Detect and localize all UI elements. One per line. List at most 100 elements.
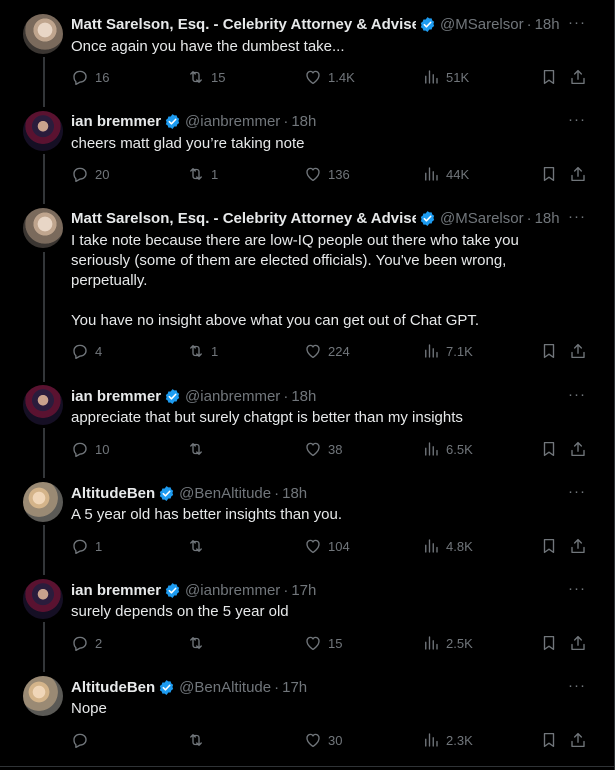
retweet-button[interactable] — [187, 731, 211, 749]
tweet-header: AltitudeBen @BenAltitude · 17h — [71, 677, 590, 697]
author-handle[interactable]: @BenAltitude — [179, 679, 271, 696]
like-button[interactable]: 104 — [304, 537, 350, 555]
author-handle[interactable]: @MSarelsor — [440, 16, 524, 33]
reply-button[interactable]: 10 — [71, 440, 109, 458]
timestamp[interactable]: 17h — [282, 679, 307, 696]
tweet[interactable]: ian bremmer @ianbremmer · 18h ··· cheers… — [0, 100, 614, 197]
bookmark-button[interactable] — [540, 634, 558, 652]
views-button[interactable]: 51K — [422, 68, 469, 86]
tweet[interactable]: Matt Sarelson, Esq. - Celebrity Attorney… — [0, 197, 614, 375]
like-button[interactable]: 136 — [304, 165, 350, 183]
views-icon — [425, 167, 438, 181]
retweet-button[interactable]: 15 — [187, 68, 225, 86]
more-icon[interactable]: ··· — [568, 386, 586, 403]
retweet-button[interactable] — [187, 634, 211, 652]
reply-button[interactable]: 20 — [71, 165, 109, 183]
bookmark-button[interactable] — [540, 440, 558, 458]
author-name[interactable]: Matt Sarelson, Esq. - Celebrity Attorney… — [71, 210, 416, 227]
share-button[interactable] — [569, 342, 587, 360]
share-button[interactable] — [569, 537, 587, 555]
views-button[interactable]: 2.5K — [422, 634, 473, 652]
views-button[interactable]: 6.5K — [422, 440, 473, 458]
retweet-button[interactable] — [187, 537, 211, 555]
like-button[interactable]: 38 — [304, 440, 342, 458]
author-name[interactable]: Matt Sarelson, Esq. - Celebrity Attorney… — [71, 16, 416, 33]
tweet[interactable]: ian bremmer @ianbremmer · 18h ··· apprec… — [0, 375, 614, 472]
retweet-button[interactable] — [187, 440, 211, 458]
retweet-count: 15 — [211, 69, 226, 85]
author-handle[interactable]: @BenAltitude — [179, 485, 271, 502]
author-name[interactable]: ian bremmer — [71, 582, 161, 599]
share-button[interactable] — [569, 440, 587, 458]
timestamp[interactable]: 18h — [535, 210, 560, 227]
retweet-button[interactable]: 1 — [187, 165, 218, 183]
reply-button[interactable]: 1 — [71, 537, 102, 555]
bookmark-button[interactable] — [540, 68, 558, 86]
more-icon[interactable]: ··· — [568, 14, 586, 31]
tweet[interactable]: Matt Sarelson, Esq. - Celebrity Attorney… — [0, 0, 614, 100]
avatar[interactable] — [23, 385, 63, 425]
share-icon — [571, 635, 585, 651]
tweet[interactable]: AltitudeBen @BenAltitude · 17h ··· Nope … — [0, 666, 614, 766]
tweet-text: I take note because there are low-IQ peo… — [71, 232, 519, 329]
avatar[interactable] — [23, 579, 63, 619]
view-count: 51K — [446, 69, 470, 85]
avatar[interactable] — [23, 14, 63, 54]
tweet[interactable]: AltitudeBen @BenAltitude · 18h ··· A 5 y… — [0, 472, 614, 569]
tweet-text: surely depends on the 5 year old — [71, 603, 289, 620]
share-button[interactable] — [569, 634, 587, 652]
retweet-icon — [190, 443, 202, 455]
action-bar: 4 1 224 7.1K — [71, 342, 591, 364]
like-button[interactable]: 1.4K — [304, 68, 355, 86]
tweet[interactable]: ian bremmer @ianbremmer · 17h ··· surely… — [0, 569, 614, 666]
bookmark-button[interactable] — [540, 165, 558, 183]
share-button[interactable] — [569, 68, 587, 86]
action-bar: 2 15 2.5K — [71, 634, 591, 656]
like-icon — [306, 442, 320, 457]
reply-button[interactable]: 4 — [71, 342, 102, 360]
reply-button[interactable]: 2 — [71, 634, 102, 652]
more-icon[interactable]: ··· — [568, 483, 586, 500]
view-count: 44K — [446, 166, 470, 182]
reply-button[interactable] — [71, 731, 95, 749]
share-button[interactable] — [569, 165, 587, 183]
timestamp[interactable]: 18h — [282, 485, 307, 502]
author-handle[interactable]: @MSarelsor — [440, 210, 524, 227]
like-button[interactable]: 15 — [304, 634, 342, 652]
retweet-button[interactable]: 1 — [187, 342, 218, 360]
views-button[interactable]: 2.3K — [422, 731, 473, 749]
author-handle[interactable]: @ianbremmer — [185, 113, 280, 130]
author-handle[interactable]: @ianbremmer — [185, 388, 280, 405]
reply-button[interactable]: 16 — [71, 68, 109, 86]
avatar[interactable] — [23, 482, 63, 522]
author-name[interactable]: ian bremmer — [71, 113, 161, 130]
more-icon[interactable]: ··· — [568, 111, 586, 128]
views-button[interactable]: 44K — [422, 165, 469, 183]
author-handle[interactable]: @ianbremmer — [185, 582, 280, 599]
reply-icon — [73, 167, 87, 183]
like-button[interactable]: 30 — [304, 731, 342, 749]
retweet-icon — [190, 71, 202, 83]
bookmark-button[interactable] — [540, 342, 558, 360]
like-button[interactable]: 224 — [304, 342, 350, 360]
author-name[interactable]: AltitudeBen — [71, 485, 155, 502]
separator-dot: · — [526, 15, 532, 33]
timestamp[interactable]: 18h — [291, 388, 316, 405]
bookmark-button[interactable] — [540, 537, 558, 555]
more-icon[interactable]: ··· — [568, 208, 586, 225]
more-icon[interactable]: ··· — [568, 677, 586, 694]
avatar[interactable] — [23, 676, 63, 716]
timestamp[interactable]: 18h — [535, 16, 560, 33]
views-button[interactable]: 4.8K — [422, 537, 473, 555]
more-icon[interactable]: ··· — [568, 580, 586, 597]
author-name[interactable]: AltitudeBen — [71, 679, 155, 696]
bookmark-button[interactable] — [540, 731, 558, 749]
avatar[interactable] — [23, 208, 63, 248]
timestamp[interactable]: 17h — [291, 582, 316, 599]
timestamp[interactable]: 18h — [291, 113, 316, 130]
reply-count: 4 — [95, 343, 103, 359]
avatar[interactable] — [23, 111, 63, 151]
views-button[interactable]: 7.1K — [422, 342, 473, 360]
share-button[interactable] — [569, 731, 587, 749]
author-name[interactable]: ian bremmer — [71, 388, 161, 405]
